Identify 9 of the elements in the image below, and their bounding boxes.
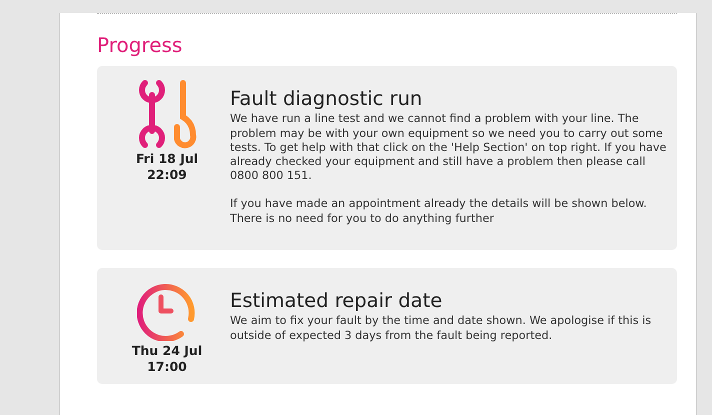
event-title: Fault diagnostic run: [230, 87, 424, 110]
tools-icon: [137, 79, 197, 149]
event-date: Thu 24 Jul 17:00: [132, 342, 202, 374]
section-heading: Progress: [97, 33, 184, 57]
event-date: Fri 18 Jul 22:09: [136, 151, 198, 182]
event-description: We aim to fix your fault by the time and date shown. We apologise if this is outside of expected 3 days from the fault being reported.: [230, 314, 652, 343]
event-title: Estimated repair date: [230, 288, 444, 312]
event-description: If you have made an appointment already the details will be shown below. There is no need for you to do anything further: [230, 197, 648, 226]
event-description: We have run a line test and we cannot find a problem with your line. The problem may be with your own equipment so we need you to carry out some tests. To get help with that click on the 'Help Section' on top right. If you have already checked your equipment and still have a problem then please call 0800 800 151.: [230, 112, 667, 184]
